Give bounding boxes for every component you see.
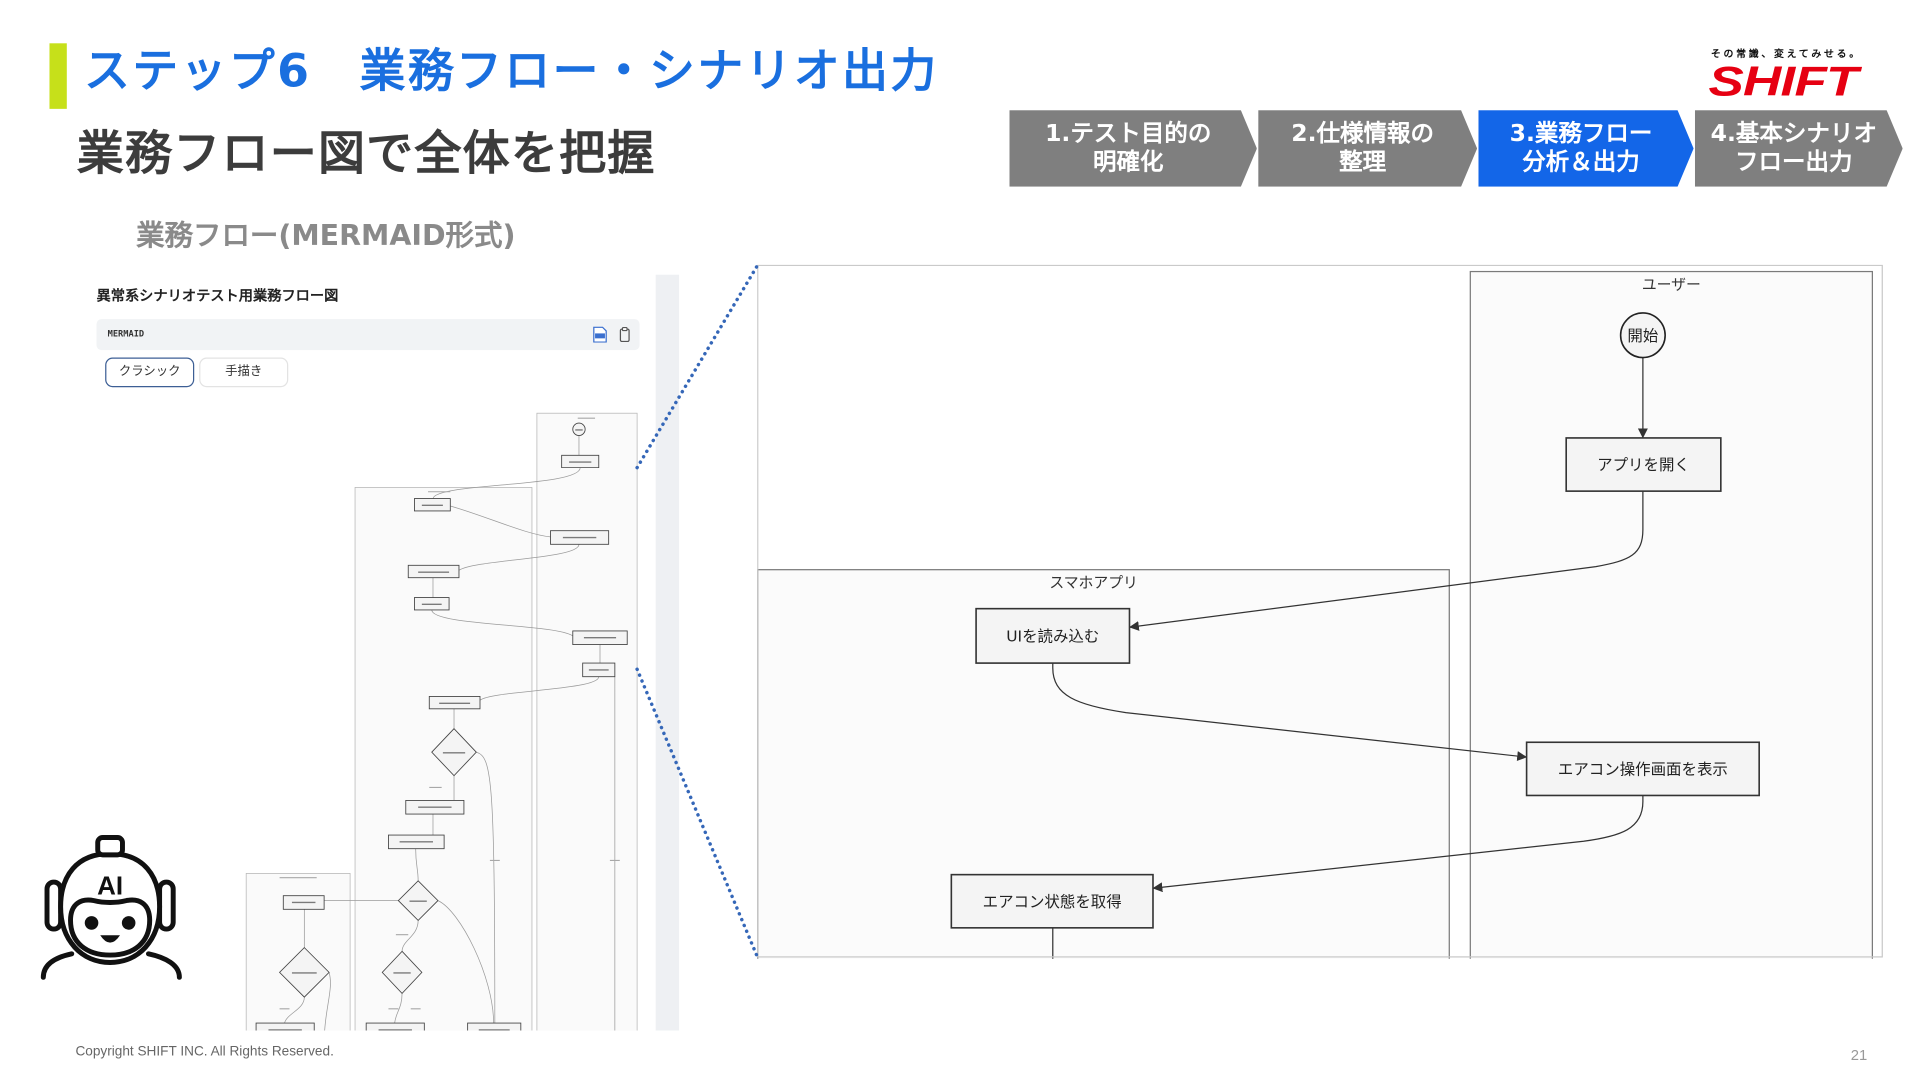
ai-robot-icon: AI — [40, 835, 182, 980]
step-label-line2: 分析＆出力 — [1522, 148, 1640, 176]
process-step-3: 3.業務フロー 分析＆出力 — [1478, 110, 1693, 187]
shift-logo: SHIFT — [1708, 58, 1858, 106]
robot-left-shoulder — [40, 951, 75, 980]
step-label-line1: 4.基本シナリオ — [1710, 119, 1877, 148]
node-open-app-label: アプリを開く — [1597, 456, 1690, 474]
lane-user-label: ユーザー — [1642, 276, 1701, 293]
node-get-status-label: エアコン状態を取得 — [983, 893, 1122, 911]
footer-copyright: Copyright SHIFT INC. All Rights Reserved… — [75, 1044, 334, 1059]
process-step-4: 4.基本シナリオ フロー出力 — [1695, 110, 1903, 187]
slide: ステップ6 業務フロー・シナリオ出力 業務フロー図で全体を把握 業務フロー(ME… — [0, 0, 1920, 1080]
process-step-2: 2.仕様情報の 整理 — [1258, 110, 1477, 187]
step-label-line1: 2.仕様情報の — [1291, 119, 1435, 148]
lane-app-label: スマホアプリ — [1049, 575, 1138, 592]
lane-user — [1469, 270, 1873, 959]
mini-lane-user — [536, 412, 638, 1031]
process-step-1: 1.テスト目的の 明確化 — [1009, 110, 1256, 187]
step-label-line1: 1.テスト目的の — [1045, 119, 1212, 148]
step-label-line1: 3.業務フロー — [1509, 119, 1653, 148]
robot-badge-text: AI — [97, 870, 123, 900]
robot-right-eye — [121, 916, 136, 930]
step-label-line2: 明確化 — [1092, 148, 1164, 176]
page-number: 21 — [1850, 1046, 1868, 1064]
robot-antenna — [95, 835, 125, 858]
node-load-ui-label: UIを読み込む — [1006, 627, 1099, 645]
slide-title: ステップ6 業務フロー・シナリオ出力 — [84, 44, 939, 98]
slide-subtitle: 業務フロー図で全体を把握 — [76, 126, 656, 181]
node-show-screen-label: エアコン操作画面を表示 — [1558, 760, 1728, 778]
step-label-line2: フロー出力 — [1735, 148, 1853, 176]
title-accent-bar — [49, 43, 67, 109]
robot-right-shoulder — [145, 951, 182, 980]
robot-left-eye — [84, 916, 99, 930]
zoomed-flowchart: ユーザー スマホアプリ 開始 アプリを開く UIを読み込む エアコン操作画面を表… — [757, 264, 1885, 959]
section-label: 業務フロー(MERMAID形式) — [136, 220, 516, 253]
step-label-line2: 整理 — [1339, 148, 1387, 176]
node-start-label: 開始 — [1627, 327, 1658, 345]
